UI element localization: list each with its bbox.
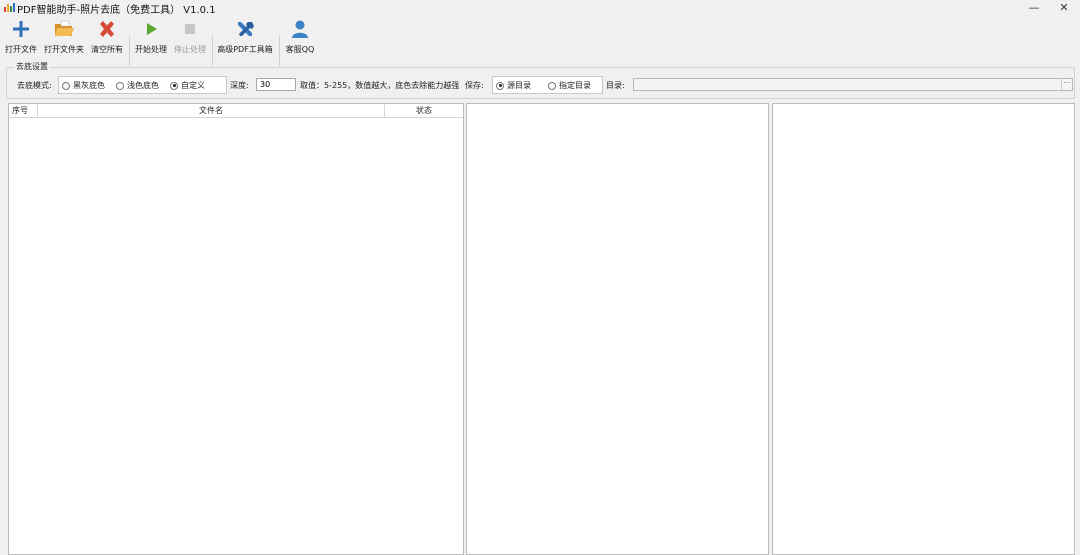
range-hint: 取值：5-255，数值越大，底色去除能力越强 bbox=[300, 81, 460, 90]
column-header-status[interactable]: 状态 bbox=[385, 104, 463, 118]
support-qq-label: 客服QQ bbox=[285, 45, 315, 54]
open-folder-label: 打开文件夹 bbox=[44, 45, 84, 54]
advanced-toolbox-label: 高级PDF工具箱 bbox=[217, 45, 273, 54]
mode-option-dark-gray[interactable]: 黑灰底色 bbox=[62, 80, 105, 91]
processed-preview-panel bbox=[772, 103, 1075, 555]
mode-option-light[interactable]: 浅色底色 bbox=[116, 80, 159, 91]
directory-input[interactable] bbox=[633, 78, 1073, 91]
app-logo-icon bbox=[4, 3, 15, 12]
open-file-label: 打开文件 bbox=[5, 45, 37, 54]
title-bar: PDF智能助手-照片去底（免费工具） V1.0.1 — ✕ bbox=[0, 0, 1080, 16]
depth-label: 深度: bbox=[230, 81, 249, 90]
save-option-custom-dir[interactable]: 指定目录 bbox=[548, 80, 591, 91]
file-list-panel[interactable]: 序号 文件名 状态 bbox=[8, 103, 464, 555]
folder-icon bbox=[55, 20, 74, 36]
window-title: PDF智能助手-照片去底（免费工具） V1.0.1 bbox=[17, 5, 216, 16]
mode-label: 去底模式: bbox=[17, 81, 52, 90]
toolbar: 打开文件 打开文件夹 清空所有 开始处理 停止处理 高级PDF工具箱 客服QQ bbox=[0, 16, 1080, 66]
save-label: 保存: bbox=[465, 81, 484, 90]
user-icon bbox=[292, 20, 308, 38]
advanced-toolbox-button[interactable]: 高级PDF工具箱 bbox=[217, 18, 273, 58]
tools-icon bbox=[238, 22, 254, 36]
stop-label: 停止处理 bbox=[174, 45, 206, 54]
x-icon bbox=[100, 21, 114, 37]
clear-all-label: 清空所有 bbox=[91, 45, 123, 54]
file-list-header: 序号 文件名 状态 bbox=[9, 104, 463, 118]
start-label: 开始处理 bbox=[135, 45, 167, 54]
dir-label: 目录: bbox=[606, 81, 625, 90]
support-qq-button[interactable]: 客服QQ bbox=[284, 18, 316, 58]
radio-selected-icon bbox=[170, 81, 178, 90]
column-header-filename[interactable]: 文件名 bbox=[38, 104, 385, 118]
radio-icon bbox=[62, 81, 70, 90]
radio-icon bbox=[548, 81, 556, 90]
minimize-button[interactable]: — bbox=[1020, 0, 1048, 14]
radio-icon bbox=[116, 81, 124, 90]
stop-icon bbox=[185, 24, 195, 34]
clear-all-button[interactable]: 清空所有 bbox=[90, 18, 124, 58]
plus-icon bbox=[13, 21, 29, 37]
radio-selected-icon bbox=[496, 81, 504, 90]
start-button[interactable]: 开始处理 bbox=[134, 18, 168, 58]
stop-button[interactable]: 停止处理 bbox=[173, 18, 207, 58]
open-folder-button[interactable]: 打开文件夹 bbox=[43, 18, 85, 58]
toolbar-separator bbox=[279, 36, 280, 66]
settings-group-title: 去底设置 bbox=[14, 61, 50, 72]
column-header-index[interactable]: 序号 bbox=[9, 104, 38, 118]
browse-directory-button[interactable]: ··· bbox=[1061, 79, 1072, 90]
toolbar-separator bbox=[212, 36, 213, 66]
play-icon bbox=[147, 23, 157, 35]
mode-option-custom[interactable]: 自定义 bbox=[170, 80, 205, 91]
save-option-source-dir[interactable]: 源目录 bbox=[496, 80, 531, 91]
close-button[interactable]: ✕ bbox=[1050, 0, 1078, 14]
open-file-button[interactable]: 打开文件 bbox=[3, 18, 39, 58]
original-preview-panel bbox=[466, 103, 769, 555]
depth-input[interactable] bbox=[256, 78, 296, 91]
toolbar-separator bbox=[129, 36, 130, 66]
